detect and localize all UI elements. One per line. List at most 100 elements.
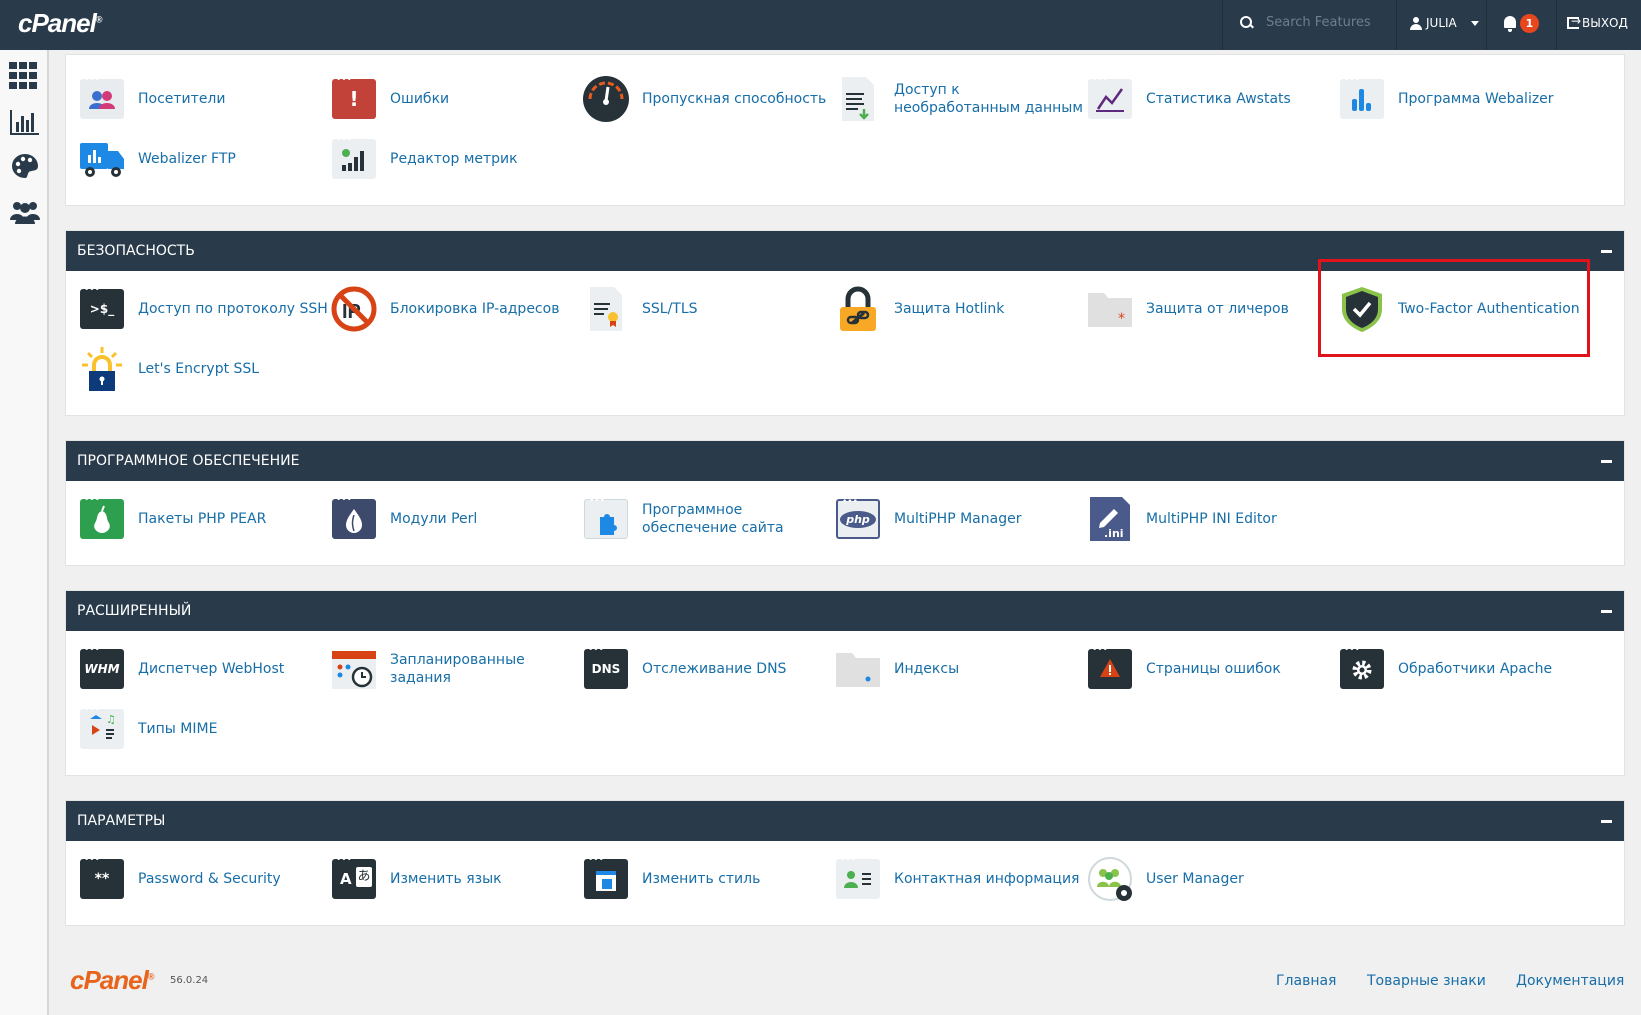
cron-jobs-label: Запланированные задания [390, 652, 525, 686]
cron-jobs-item[interactable]: Запланированные задания [330, 645, 540, 693]
certificate-icon [582, 285, 630, 333]
multiphp-ini-label: MultiPHP INI Editor [1146, 511, 1277, 527]
media-types-icon: ♫ [78, 705, 126, 753]
whm-icon: WHM [78, 645, 126, 693]
error-pages-item[interactable]: Страницы ошибок [1086, 645, 1281, 693]
topbar-divider [1486, 0, 1487, 50]
topbar-divider [1396, 0, 1397, 50]
user-icon [1410, 16, 1422, 30]
ssl-tls-item[interactable]: SSL/TLS [582, 285, 698, 333]
search-input[interactable] [1266, 15, 1386, 30]
collapse-icon[interactable] [1601, 250, 1612, 253]
php-pear-item[interactable]: Пакеты PHP PEAR [78, 495, 266, 543]
metrics-editor-item[interactable]: Редактор метрик [330, 135, 518, 183]
style-window-icon [582, 855, 630, 903]
bandwidth-item[interactable]: Пропускная способность [582, 75, 826, 123]
apache-handlers-item[interactable]: Обработчики Apache [1338, 645, 1552, 693]
topbar-divider [1556, 0, 1557, 50]
awstats-icon [1086, 75, 1134, 123]
mime-types-item[interactable]: ♫ Типы MIME [78, 705, 217, 753]
raw-log-icon [834, 75, 882, 123]
footer-cpanel-logo[interactable]: cPanel® [70, 965, 154, 996]
letsencrypt-label: Let's Encrypt SSL [138, 361, 260, 377]
security-title: БЕЗОПАСНОСТЬ [77, 243, 195, 259]
errors-item[interactable]: ! Ошибки [330, 75, 449, 123]
preferences-header[interactable]: ПАРАМЕТРЫ [66, 801, 1624, 841]
username: JULIA [1426, 16, 1457, 30]
software-title: ПРОГРАММНОЕ ОБЕСПЕЧЕНИЕ [77, 453, 300, 469]
logout-button[interactable]: ВЫХОД [1567, 14, 1628, 30]
user-menu[interactable]: JULIA [1410, 16, 1479, 30]
apache-handlers-label: Обработчики Apache [1398, 661, 1553, 677]
dns-icon: DNS [582, 645, 630, 693]
visitors-item[interactable]: Посетители [78, 75, 225, 123]
user-manager-icon [1086, 855, 1134, 903]
folder-icon: * [1086, 285, 1134, 333]
indexes-item[interactable]: Индексы [834, 645, 959, 693]
stats-chart-icon[interactable] [9, 108, 41, 136]
palette-icon[interactable] [9, 152, 41, 180]
notification-badge[interactable]: 1 [1520, 14, 1539, 33]
advanced-panel: РАСШИРЕННЫЙ WHM Диспетчер WebHost Заплан… [65, 590, 1625, 776]
version-number: 56.0.24 [170, 975, 209, 986]
php-pear-label: Пакеты PHP PEAR [138, 511, 267, 527]
ip-blocker-label: Блокировка IP-адресов [390, 301, 560, 317]
logout-label: ВЫХОД [1582, 16, 1628, 30]
cpanel-logo[interactable]: cPanel® [18, 8, 102, 39]
site-software-label: Программное обеспечение сайта [642, 502, 784, 536]
password-security-item[interactable]: ** Password & Security [78, 855, 281, 903]
footer-link-trademarks[interactable]: Товарные знаки [1367, 973, 1486, 989]
webalizer-ftp-item[interactable]: Webalizer FTP [78, 135, 236, 183]
collapse-icon[interactable] [1601, 610, 1612, 613]
truck-icon [78, 135, 126, 183]
metrics-panel: Посетители ! Ошибки Пропускная способнос… [65, 54, 1625, 206]
users-icon[interactable] [9, 198, 41, 226]
site-software-item[interactable]: Программное обеспечение сайта [582, 495, 792, 543]
top-bar: cPanel® JULIA 1 ВЫХОД [0, 0, 1641, 50]
contact-card-icon [834, 855, 882, 903]
awstats-item[interactable]: Статистика Awstats [1086, 75, 1291, 123]
software-panel: ПРОГРАММНОЕ ОБЕСПЕЧЕНИЕ Пакеты PHP PEAR … [65, 440, 1625, 566]
perl-modules-item[interactable]: Модули Perl [330, 495, 477, 543]
ip-blocker-item[interactable]: IP Блокировка IP-адресов [330, 285, 559, 333]
hotlink-item[interactable]: Защита Hotlink [834, 285, 1004, 333]
user-manager-item[interactable]: User Manager [1086, 855, 1244, 903]
advanced-header[interactable]: РАСШИРЕННЫЙ [66, 591, 1624, 631]
topbar-divider [1222, 0, 1223, 50]
ini-extension: .ini [1104, 527, 1124, 540]
ssl-tls-label: SSL/TLS [642, 301, 698, 317]
calendar-clock-icon [330, 645, 378, 693]
php-icon: php [834, 495, 882, 543]
raw-access-item[interactable]: Доступ к необработанным данным [834, 75, 1084, 123]
preferences-title: ПАРАМЕТРЫ [77, 813, 166, 829]
bell-icon[interactable] [1503, 16, 1517, 32]
footer-link-home[interactable]: Главная [1276, 973, 1336, 989]
webhost-manager-item[interactable]: WHM Диспетчер WebHost [78, 645, 284, 693]
webalizer-item[interactable]: Программа Webalizer [1338, 75, 1554, 123]
change-language-item[interactable]: A あ Изменить язык [330, 855, 502, 903]
letsencrypt-item[interactable]: Let's Encrypt SSL [78, 345, 259, 393]
leech-item[interactable]: * Защита от личеров [1086, 285, 1289, 333]
change-style-label: Изменить стиль [642, 871, 761, 887]
warning-page-icon [1086, 645, 1134, 693]
advanced-title: РАСШИРЕННЫЙ [77, 603, 192, 619]
contact-info-item[interactable]: Контактная информация [834, 855, 1079, 903]
gauge-icon [582, 75, 630, 123]
collapse-icon[interactable] [1601, 820, 1612, 823]
search-box[interactable] [1240, 15, 1386, 30]
multiphp-manager-item[interactable]: php MultiPHP Manager [834, 495, 1021, 543]
change-language-label: Изменить язык [390, 871, 502, 887]
software-header[interactable]: ПРОГРАММНОЕ ОБЕСПЕЧЕНИЕ [66, 441, 1624, 481]
pear-icon [78, 495, 126, 543]
dns-tracking-item[interactable]: DNS Отслеживание DNS [582, 645, 786, 693]
multiphp-manager-label: MultiPHP Manager [894, 511, 1022, 527]
ssh-item[interactable]: >$_ Доступ по протоколу SSH [78, 285, 328, 333]
ssh-label: Доступ по протоколу SSH [138, 301, 328, 317]
perl-modules-label: Модули Perl [390, 511, 478, 527]
change-style-item[interactable]: Изменить стиль [582, 855, 760, 903]
multiphp-ini-item[interactable]: .ini MultiPHP INI Editor [1086, 495, 1277, 543]
dns-tracking-label: Отслеживание DNS [642, 661, 787, 677]
footer-link-documentation[interactable]: Документация [1516, 973, 1624, 989]
home-grid-icon[interactable] [9, 62, 41, 90]
collapse-icon[interactable] [1601, 460, 1612, 463]
